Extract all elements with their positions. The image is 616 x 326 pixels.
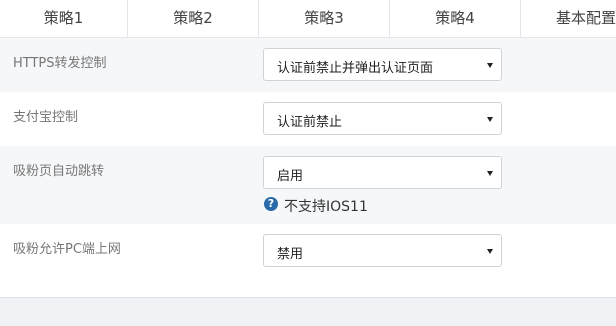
tab-label: 策略4 [435,9,475,27]
setting-row-pc-access: 吸粉允许PC端上网 禁用 [0,224,616,297]
tab-strategy-2[interactable]: 策略2 [128,0,259,37]
setting-row-https-forward: HTTPS转发控制 认证前禁止并弹出认证页面 [0,38,616,92]
pc-access-select[interactable]: 禁用 [263,234,502,267]
tab-strategy-4[interactable]: 策略4 [390,0,521,37]
pc-access-label: 吸粉允许PC端上网 [13,242,121,257]
https-forward-value: 认证前禁止并弹出认证页面 [277,61,434,76]
tab-basic-config[interactable]: 基本配置 [521,0,616,37]
strategy-tab-bar: 策略1 策略2 策略3 策略4 基本配置 [0,0,616,38]
question-circle-icon: ? [264,197,278,211]
caret-down-icon [487,171,493,176]
https-forward-label: HTTPS转发控制 [13,56,107,71]
alipay-control-label: 支付宝控制 [13,110,79,125]
alipay-control-select[interactable]: 认证前禁止 [263,102,502,135]
setting-row-alipay: 支付宝控制 认证前禁止 [0,92,616,146]
tab-label: 策略1 [43,9,84,27]
settings-panel: HTTPS转发控制 认证前禁止并弹出认证页面 支付宝控制 认证前禁止 吸粉页自动… [0,38,616,298]
caret-down-icon [487,63,493,68]
caret-down-icon [487,117,493,122]
hint-text: 不支持IOS11 [284,199,368,215]
caret-down-icon [487,249,493,254]
tab-label: 策略2 [173,9,213,27]
https-forward-select[interactable]: 认证前禁止并弹出认证页面 [263,48,502,81]
fan-page-redirect-select[interactable]: 启用 [263,156,502,189]
fan-page-redirect-value: 启用 [277,169,304,184]
tab-strategy-1[interactable]: 策略1 [0,0,128,37]
tab-label: 策略3 [304,9,344,27]
alipay-control-value: 认证前禁止 [277,115,343,130]
tab-label: 基本配置 [555,9,616,27]
tab-strategy-3[interactable]: 策略3 [259,0,390,37]
pc-access-value: 禁用 [277,247,304,262]
fan-page-redirect-label: 吸粉页自动跳转 [13,164,105,179]
